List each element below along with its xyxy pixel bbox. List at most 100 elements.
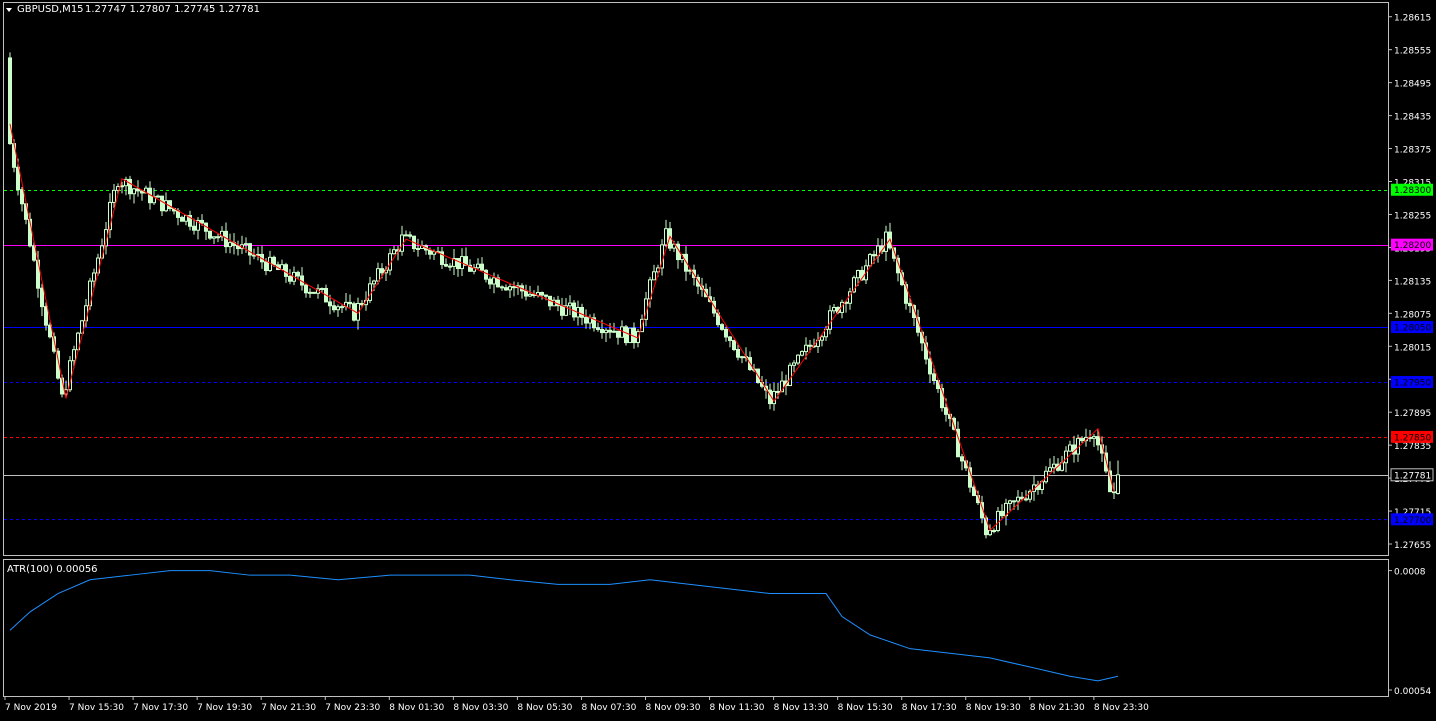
x-tick-label: 8 Nov 15:30	[838, 703, 893, 713]
x-tick-label: 8 Nov 09:30	[646, 703, 701, 713]
candle-body	[720, 324, 724, 330]
candle-body	[740, 356, 744, 359]
candle-body	[248, 243, 252, 256]
candle-body	[612, 330, 616, 333]
candle-body	[128, 178, 132, 195]
candle-body	[1000, 510, 1004, 517]
candle-body	[1012, 500, 1016, 503]
atr-y-tick-label: 0.0008	[1394, 568, 1426, 578]
candle-body	[1016, 496, 1020, 502]
chart-canvas[interactable]: 1.28615 1.28555 1.28495 1.28435 1.28375 1.283…	[0, 0, 1436, 717]
candle-body	[832, 306, 836, 312]
candle-body	[208, 230, 212, 239]
candle-body	[136, 188, 140, 192]
y-tick-label: 1.28495	[1394, 80, 1431, 90]
candle-body	[568, 302, 572, 307]
candle-body	[40, 287, 44, 308]
candle-body	[540, 292, 544, 296]
candle-body	[736, 348, 740, 358]
y-tick-label: 1.28255	[1394, 211, 1431, 221]
candle-body	[488, 278, 492, 285]
candle-body	[796, 354, 800, 364]
candle-body	[44, 306, 48, 326]
candle-body	[180, 216, 184, 222]
y-tick-label: 1.28015	[1394, 343, 1431, 353]
candle-body	[908, 302, 912, 307]
candle-body	[732, 339, 736, 350]
candle-body	[884, 231, 888, 252]
x-tick-label: 7 Nov 21:30	[261, 703, 316, 713]
candle-body	[392, 249, 396, 255]
candle-body	[312, 291, 316, 294]
candle-body	[808, 344, 812, 347]
candle-body	[284, 264, 288, 277]
y-tick-label: 1.27895	[1394, 409, 1431, 419]
x-tick-label: 8 Nov 19:30	[966, 703, 1021, 713]
y-tick-label: 1.28075	[1394, 310, 1431, 320]
candle-body	[1080, 437, 1084, 442]
candle-body	[408, 234, 412, 237]
candle-body	[988, 530, 992, 536]
atr-y-tick-label: 0.00054	[1394, 687, 1431, 697]
candle-body	[580, 306, 584, 318]
candle-body	[376, 268, 380, 282]
candle-body	[456, 258, 460, 270]
candle-body	[788, 364, 792, 387]
candle-body	[608, 329, 612, 333]
candle-body	[92, 272, 96, 282]
candle-body	[120, 185, 124, 188]
candle-body	[272, 256, 276, 266]
candle-body	[340, 306, 344, 309]
candle-body	[288, 275, 292, 282]
y-tick-label: 1.28375	[1394, 146, 1431, 156]
chart-header: GBPUSD,M15 1.27747 1.27807 1.27745 1.277…	[6, 4, 260, 15]
candle-body	[512, 286, 516, 289]
y-tick-label: 1.28435	[1394, 113, 1431, 123]
candle-body	[380, 268, 384, 274]
candle-body	[372, 280, 376, 285]
candle-body	[428, 249, 432, 255]
x-tick-label: 8 Nov 07:30	[581, 703, 636, 713]
candle-body	[1096, 436, 1100, 446]
candle-body	[500, 286, 504, 289]
level-price-label: 1.27700	[1394, 516, 1431, 526]
candle-body	[480, 263, 484, 271]
y-tick-label: 1.28555	[1394, 47, 1431, 57]
candle-body	[524, 290, 528, 297]
level-price-label: 1.28050	[1394, 324, 1431, 334]
candle-body	[1064, 450, 1068, 464]
candle-body	[776, 390, 780, 393]
candle-body	[132, 188, 136, 195]
candle-body	[1116, 474, 1120, 494]
y-tick-label: 1.28615	[1394, 14, 1431, 24]
candle-body	[332, 305, 336, 311]
candle-body	[216, 236, 220, 239]
atr-label: ATR(100) 0.00056	[7, 564, 98, 575]
candle-body	[212, 236, 216, 239]
candle-body	[664, 228, 668, 246]
x-tick-label: 8 Nov 13:30	[774, 703, 829, 713]
candle-body	[244, 243, 248, 246]
candle-body	[304, 284, 308, 294]
candle-body	[828, 310, 832, 330]
candle-body	[280, 264, 284, 271]
candle-body	[856, 270, 860, 279]
candle-body	[504, 287, 508, 291]
candle-body	[508, 286, 512, 291]
candle-body	[1068, 444, 1072, 452]
candle-body	[728, 336, 732, 341]
candle-body	[20, 189, 24, 205]
candle-body	[160, 195, 164, 212]
candle-body	[200, 219, 204, 224]
x-tick-label: 8 Nov 11:30	[710, 703, 765, 713]
trading-chart[interactable]: 1.28615 1.28555 1.28495 1.28435 1.28375 1.283…	[0, 0, 1436, 717]
candle-body	[360, 302, 364, 306]
x-tick-label: 7 Nov 2019	[5, 703, 57, 713]
candle-body	[792, 362, 796, 366]
candle-body	[168, 200, 172, 210]
candle-body	[1092, 436, 1096, 439]
candle-body	[944, 407, 948, 415]
chart-background	[0, 0, 1436, 717]
x-tick-label: 8 Nov 17:30	[902, 703, 957, 713]
candle-body	[616, 330, 620, 338]
